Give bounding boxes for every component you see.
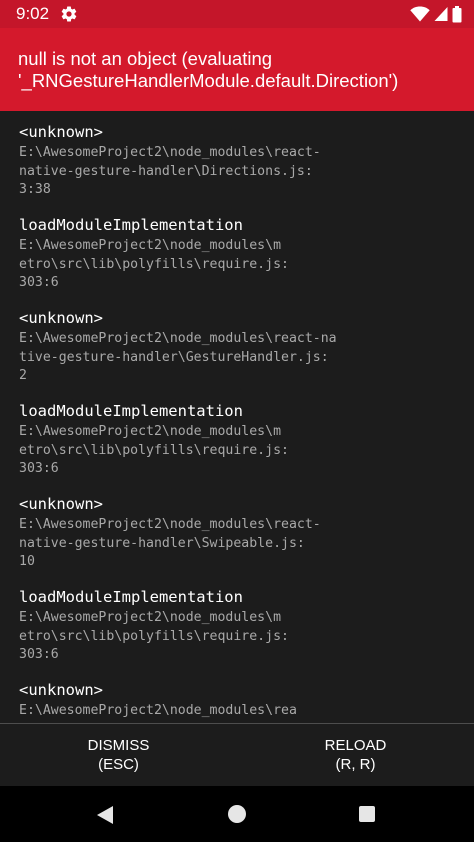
frame-method: <unknown> (19, 123, 103, 141)
reload-button-label: RELOAD (324, 737, 387, 754)
redbox-screen: 9:02 null is not an object (evaluating '… (0, 0, 474, 842)
frame-method: <unknown> (19, 495, 103, 513)
dismiss-button-label: DISMISS (87, 737, 150, 754)
stack-frame[interactable]: loadModuleImplementation E:\AwesomeProje… (19, 401, 459, 479)
reload-button[interactable]: RELOAD (R, R) (237, 724, 474, 786)
frame-method: <unknown> (19, 309, 103, 327)
home-icon[interactable] (228, 805, 246, 823)
stack-frame[interactable]: <unknown> E:\AwesomeProject2\node_module… (19, 122, 459, 200)
frame-location: E:\AwesomeProject2\node_modules\react- n… (19, 145, 321, 198)
stack-frame[interactable]: <unknown> E:\AwesomeProject2\node_module… (19, 308, 459, 386)
status-icons (410, 5, 462, 23)
frame-method: loadModuleImplementation (19, 216, 243, 234)
frame-location: E:\AwesomeProject2\node_modules\rea (19, 703, 297, 718)
reload-button-hint: (R, R) (335, 756, 376, 773)
battery-icon (452, 5, 462, 22)
redbox-button-bar: DISMISS (ESC) RELOAD (R, R) (0, 723, 474, 786)
stack-frame[interactable]: loadModuleImplementation E:\AwesomeProje… (19, 215, 459, 293)
stack-frame[interactable]: loadModuleImplementation E:\AwesomeProje… (19, 587, 459, 665)
gear-icon (61, 6, 77, 22)
frame-location: E:\AwesomeProject2\node_modules\m etro\s… (19, 610, 289, 663)
wifi-icon (410, 6, 430, 22)
stack-trace[interactable]: <unknown> E:\AwesomeProject2\node_module… (0, 111, 474, 723)
recents-icon[interactable] (359, 806, 375, 822)
frame-location: E:\AwesomeProject2\node_modules\react-na… (19, 331, 337, 384)
error-message-line-2: '_RNGestureHandlerModule.default.Directi… (18, 70, 399, 91)
frame-method: loadModuleImplementation (19, 588, 243, 606)
error-message-line-1: null is not an object (evaluating (18, 48, 273, 69)
frame-method: loadModuleImplementation (19, 402, 243, 420)
back-icon[interactable] (96, 805, 114, 825)
frame-method: <unknown> (19, 681, 103, 699)
stack-frame[interactable]: <unknown> E:\AwesomeProject2\node_module… (19, 494, 459, 572)
frame-location: E:\AwesomeProject2\node_modules\m etro\s… (19, 424, 289, 477)
status-time: 9:02 (16, 4, 50, 23)
frame-location: E:\AwesomeProject2\node_modules\m etro\s… (19, 238, 289, 291)
dismiss-button[interactable]: DISMISS (ESC) (0, 724, 237, 786)
error-header: null is not an object (evaluating '_RNGe… (0, 28, 474, 111)
navigation-bar (0, 786, 474, 842)
stack-frame[interactable]: <unknown> E:\AwesomeProject2\node_module… (19, 680, 459, 721)
dismiss-button-hint: (ESC) (98, 756, 139, 773)
cellular-icon (434, 7, 448, 21)
frame-location: E:\AwesomeProject2\node_modules\react- n… (19, 517, 321, 570)
status-bar: 9:02 (0, 0, 474, 28)
